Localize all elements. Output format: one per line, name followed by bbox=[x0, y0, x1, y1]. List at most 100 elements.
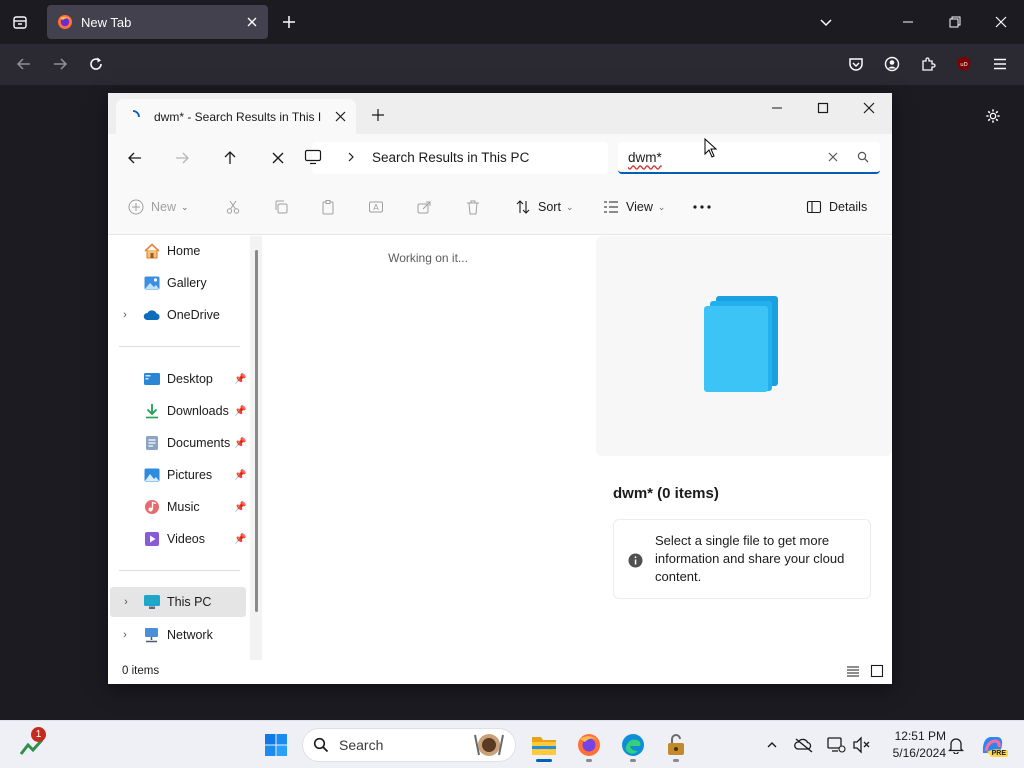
clock[interactable]: 12:51 PM 5/16/2024 bbox=[880, 728, 946, 762]
nav-scrollbar[interactable] bbox=[250, 236, 262, 660]
new-tab-icon[interactable] bbox=[273, 6, 305, 38]
delete-button[interactable] bbox=[465, 192, 481, 222]
firefox-icon bbox=[57, 14, 73, 30]
see-more-button[interactable] bbox=[692, 192, 712, 222]
start-button[interactable] bbox=[258, 727, 294, 763]
nav-item-this-pc[interactable]: › This PC bbox=[110, 587, 246, 617]
chevron-right-icon[interactable]: › bbox=[108, 309, 142, 321]
add-circle-icon bbox=[128, 199, 144, 215]
minimize-icon[interactable] bbox=[754, 93, 800, 123]
details-title: dwm* (0 items) bbox=[613, 485, 719, 502]
pin-icon[interactable]: 📌 bbox=[234, 406, 248, 417]
running-indicator bbox=[630, 759, 636, 762]
taskbar-firefox[interactable] bbox=[571, 727, 607, 763]
browser-tab[interactable]: New Tab bbox=[47, 5, 268, 39]
close-icon[interactable] bbox=[846, 93, 892, 123]
scissors-icon bbox=[226, 200, 240, 214]
close-tab-icon[interactable] bbox=[246, 16, 258, 28]
nav-item-desktop[interactable]: Desktop 📌 bbox=[108, 364, 248, 394]
pin-icon[interactable]: 📌 bbox=[234, 438, 248, 449]
copy-button[interactable] bbox=[273, 192, 289, 222]
this-pc-icon bbox=[142, 593, 162, 611]
pin-icon[interactable]: 📌 bbox=[234, 534, 248, 545]
file-list-area[interactable]: Working on it... bbox=[263, 236, 593, 660]
widgets-button[interactable]: 1 bbox=[14, 727, 50, 763]
running-indicator bbox=[536, 759, 552, 762]
pin-icon[interactable]: 📌 bbox=[234, 502, 248, 513]
up-arrow-icon[interactable] bbox=[214, 142, 246, 174]
show-hidden-icons-button[interactable] bbox=[762, 735, 782, 755]
nav-item-music[interactable]: Music 📌 bbox=[108, 492, 248, 522]
nav-divider bbox=[119, 346, 240, 347]
ublock-origin-icon[interactable]: uD bbox=[948, 48, 980, 80]
nav-item-onedrive[interactable]: › OneDrive bbox=[108, 300, 248, 330]
new-button[interactable]: New ⌄ bbox=[128, 192, 189, 222]
back-arrow-icon[interactable] bbox=[8, 48, 40, 80]
pin-icon[interactable]: 📌 bbox=[234, 374, 248, 385]
rename-button[interactable]: A bbox=[368, 192, 384, 222]
command-bar: New ⌄ A Sort ⌄ View ⌄ Details bbox=[108, 180, 892, 235]
clear-search-icon[interactable] bbox=[820, 152, 846, 162]
chevron-down-icon[interactable] bbox=[810, 6, 842, 38]
menu-icon[interactable] bbox=[984, 48, 1016, 80]
nav-item-documents[interactable]: Documents 📌 bbox=[108, 428, 248, 458]
address-location: Search Results in This PC bbox=[372, 150, 530, 165]
taskbar-search-box[interactable]: Search bbox=[302, 728, 516, 762]
nav-item-videos[interactable]: Videos 📌 bbox=[108, 524, 248, 554]
unlock-app-icon bbox=[668, 734, 684, 755]
maximize-icon[interactable] bbox=[800, 93, 846, 123]
view-button[interactable]: View ⌄ bbox=[603, 192, 665, 222]
forward-arrow-icon[interactable] bbox=[44, 48, 76, 80]
share-button[interactable] bbox=[416, 192, 432, 222]
extensions-icon[interactable] bbox=[912, 48, 944, 80]
explorer-search-box[interactable]: dwm* bbox=[618, 142, 880, 174]
cut-button[interactable] bbox=[225, 192, 241, 222]
explorer-tab[interactable]: dwm* - Search Results in This I bbox=[116, 99, 356, 134]
stop-search-icon[interactable] bbox=[262, 142, 294, 174]
ublock-badge-text: uD bbox=[960, 62, 967, 68]
gear-icon[interactable] bbox=[977, 100, 1009, 132]
back-arrow-icon[interactable] bbox=[119, 142, 151, 174]
chevron-right-icon[interactable]: › bbox=[108, 629, 142, 641]
new-tab-icon[interactable] bbox=[370, 107, 386, 123]
chevron-right-icon[interactable] bbox=[346, 152, 356, 162]
pocket-icon[interactable] bbox=[840, 48, 872, 80]
details-pane: dwm* (0 items) Select a single file to g… bbox=[593, 236, 892, 660]
address-box[interactable]: Search Results in This PC bbox=[304, 142, 608, 174]
details-pane-icon bbox=[806, 200, 822, 214]
taskbar-file-explorer[interactable] bbox=[526, 727, 562, 763]
close-icon[interactable] bbox=[985, 6, 1017, 38]
details-button[interactable]: Details bbox=[806, 192, 867, 222]
paste-button[interactable] bbox=[320, 192, 336, 222]
nav-item-network[interactable]: › Network bbox=[108, 620, 248, 650]
large-icons-view-icon[interactable] bbox=[870, 664, 884, 678]
pin-icon[interactable]: 📌 bbox=[234, 470, 248, 481]
minimize-icon[interactable] bbox=[892, 6, 924, 38]
account-icon[interactable] bbox=[876, 48, 908, 80]
nav-item-gallery[interactable]: Gallery bbox=[108, 268, 248, 298]
search-icon[interactable] bbox=[846, 151, 880, 163]
home-icon bbox=[142, 242, 162, 260]
nav-item-label: Music bbox=[167, 500, 200, 514]
clipboard-icon bbox=[322, 200, 334, 215]
reload-icon[interactable] bbox=[80, 48, 112, 80]
copilot-button[interactable]: PRE bbox=[980, 735, 1008, 757]
list-all-tabs-icon[interactable] bbox=[4, 6, 36, 38]
nav-item-pictures[interactable]: Pictures 📌 bbox=[108, 460, 248, 490]
forward-arrow-icon[interactable] bbox=[166, 142, 198, 174]
search-input[interactable]: dwm* bbox=[628, 150, 820, 165]
close-tab-icon[interactable] bbox=[335, 111, 346, 122]
notifications-button[interactable] bbox=[946, 735, 966, 755]
nav-item-home[interactable]: Home bbox=[108, 236, 248, 266]
taskbar-app[interactable] bbox=[658, 727, 694, 763]
chevron-right-icon[interactable]: › bbox=[110, 596, 142, 608]
nav-scrollbar-thumb[interactable] bbox=[255, 250, 258, 612]
network-tray-icon[interactable] bbox=[826, 735, 846, 755]
restore-icon[interactable] bbox=[939, 6, 971, 38]
taskbar-edge[interactable] bbox=[615, 727, 651, 763]
volume-tray-icon[interactable] bbox=[852, 735, 872, 755]
sort-button[interactable]: Sort ⌄ bbox=[515, 192, 573, 222]
nav-item-downloads[interactable]: Downloads 📌 bbox=[108, 396, 248, 426]
details-view-icon[interactable] bbox=[846, 664, 860, 678]
onedrive-tray-icon[interactable] bbox=[794, 735, 814, 755]
